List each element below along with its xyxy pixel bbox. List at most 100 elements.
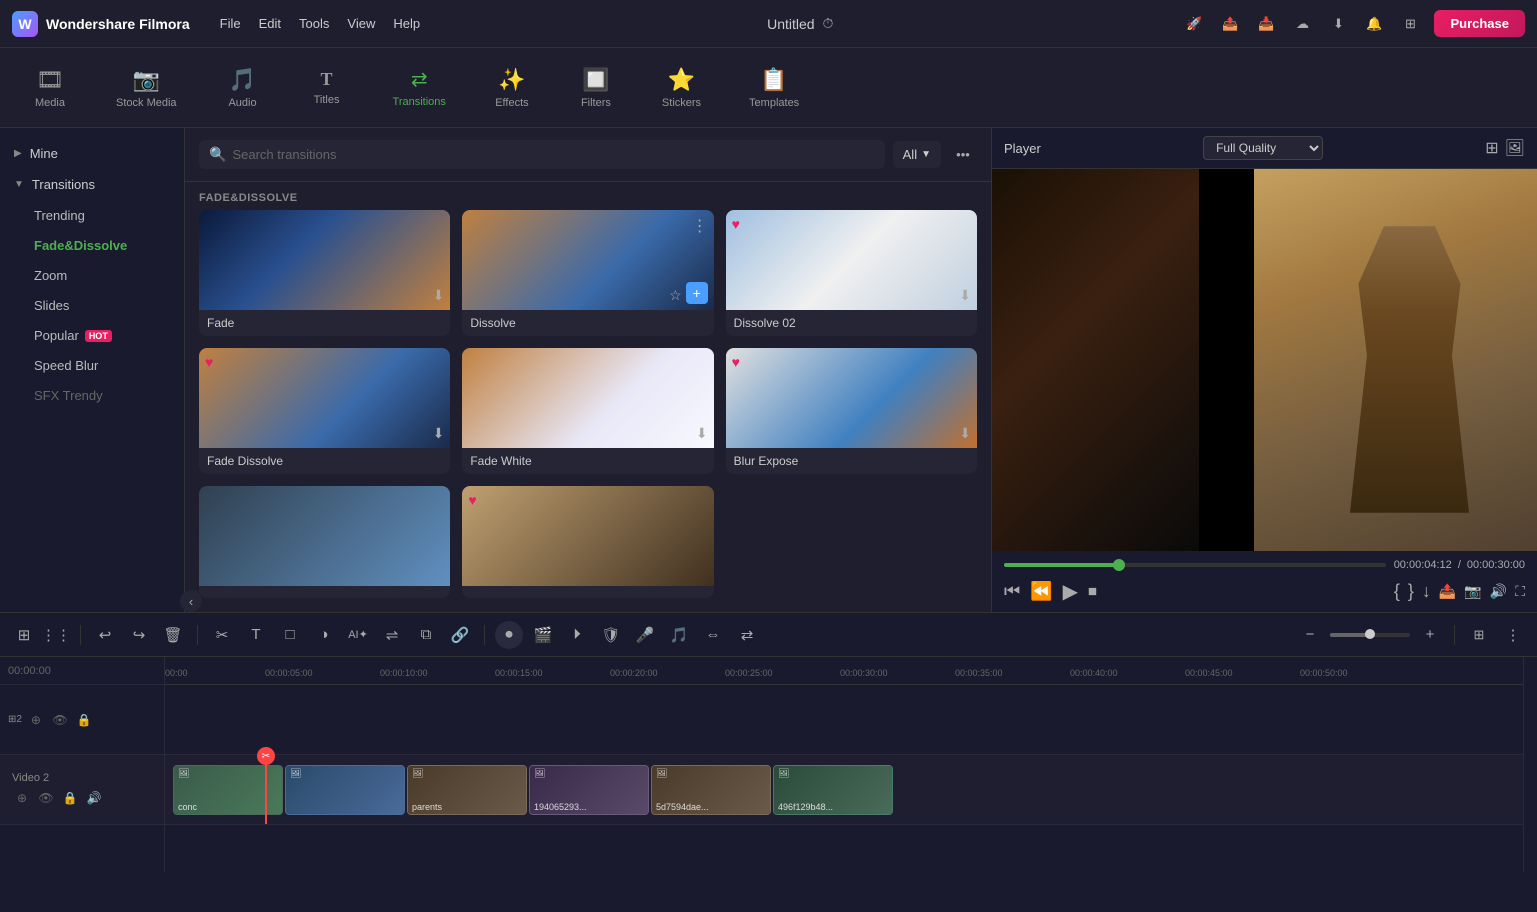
card-dissolve[interactable]: ⋮ ☆ + Dissolve: [462, 210, 713, 336]
export-icon[interactable]: 📤: [1216, 10, 1244, 38]
redo-button[interactable]: ↪: [125, 621, 153, 649]
search-input[interactable]: [232, 147, 874, 162]
more-options-button[interactable]: •••: [949, 141, 977, 169]
audio-mix-button[interactable]: 🎵: [665, 621, 693, 649]
tab-filters[interactable]: 🔲 Filters: [566, 59, 626, 117]
pip-button[interactable]: 🎬: [529, 621, 557, 649]
purchase-button[interactable]: Purchase: [1434, 10, 1525, 37]
track-btn[interactable]: ⇔: [699, 621, 727, 649]
menu-edit[interactable]: Edit: [259, 16, 281, 31]
fullscreen-button[interactable]: ⛶: [1515, 583, 1525, 600]
sidebar-item-speed-blur[interactable]: Speed Blur: [6, 351, 178, 380]
sidebar-collapse-button[interactable]: ‹: [180, 590, 185, 612]
tab-effects[interactable]: ✨ Effects: [482, 59, 542, 117]
clip-5d7[interactable]: 🖼 5d7594dae...: [651, 765, 771, 815]
export-frame-button[interactable]: 📤: [1439, 583, 1456, 600]
card-blur-expose[interactable]: ♥ ⬇ Blur Expose: [726, 348, 977, 474]
track-v2-eye-icon[interactable]: 👁: [36, 788, 56, 808]
link-button[interactable]: 🔗: [446, 621, 474, 649]
progress-thumb[interactable]: [1113, 559, 1125, 571]
progress-bar[interactable]: [1004, 563, 1386, 567]
sidebar-transitions-header[interactable]: ▼ Transitions: [0, 169, 184, 200]
download-icon[interactable]: ⬇: [433, 287, 445, 304]
clip-conc[interactable]: 🖼 conc: [173, 765, 283, 815]
card-bottom2[interactable]: ♥: [462, 486, 713, 598]
swap-button[interactable]: ⇄: [733, 621, 761, 649]
clip-194[interactable]: 🖼 194065293...: [529, 765, 649, 815]
timeline-scrollbar[interactable]: [1523, 657, 1537, 872]
sidebar-item-zoom[interactable]: Zoom: [6, 261, 178, 290]
sidebar-item-trending[interactable]: Trending: [6, 201, 178, 230]
color-button[interactable]: 🛡: [597, 621, 625, 649]
mask-button[interactable]: ◑: [310, 621, 338, 649]
tab-media[interactable]: 🎞 Media: [20, 59, 80, 117]
menu-view[interactable]: View: [347, 16, 375, 31]
track-v2-add-icon[interactable]: ⊕: [12, 788, 32, 808]
menu-tools[interactable]: Tools: [299, 16, 329, 31]
clip-496[interactable]: 🖼 496f129b48...: [773, 765, 893, 815]
track-v2-volume-icon[interactable]: 🔊: [84, 788, 104, 808]
cloud-icon[interactable]: ☁: [1288, 10, 1316, 38]
import-icon[interactable]: 📥: [1252, 10, 1280, 38]
portrait-view-icon[interactable]: 🖼: [1505, 138, 1525, 158]
sidebar-item-sfx-trendy[interactable]: SFX Trendy: [6, 381, 178, 410]
track-add-icon[interactable]: ⊕: [26, 710, 46, 730]
text-button[interactable]: T: [242, 621, 270, 649]
mark-in-button[interactable]: {: [1394, 581, 1400, 602]
undo-button[interactable]: ↩: [91, 621, 119, 649]
audio-record-button[interactable]: 🎤: [631, 621, 659, 649]
skip-back-button[interactable]: ⏮: [1004, 581, 1020, 602]
sidebar-item-slides[interactable]: Slides: [6, 291, 178, 320]
snap-button[interactable]: ⋮⋮: [42, 621, 70, 649]
grid-layout-button[interactable]: ⊞: [1465, 621, 1493, 649]
tab-transitions[interactable]: ⇄ Transitions: [381, 59, 458, 116]
volume-button[interactable]: 🔊: [1490, 583, 1507, 600]
delete-button[interactable]: 🗑: [159, 621, 187, 649]
add-icon[interactable]: +: [686, 282, 708, 304]
card-fade-white[interactable]: ⬇ Fade White: [462, 348, 713, 474]
download-icon[interactable]: ⬇: [696, 425, 708, 442]
grid-icon[interactable]: ⊞: [1396, 10, 1424, 38]
ai-button[interactable]: AI✦: [344, 621, 372, 649]
snapshot-button[interactable]: 📷: [1464, 583, 1481, 600]
menu-help[interactable]: Help: [393, 16, 420, 31]
card-fade-dissolve[interactable]: ♥ ⬇ Fade Dissolve: [199, 348, 450, 474]
zoom-out-button[interactable]: −: [1296, 621, 1324, 649]
transition-btn[interactable]: ⏵: [563, 621, 591, 649]
track-lock-icon[interactable]: 🔒: [74, 710, 94, 730]
sidebar-mine-header[interactable]: ▶ Mine: [0, 138, 184, 169]
copy-button[interactable]: ⧉: [412, 621, 440, 649]
magic-icon[interactable]: 🚀: [1180, 10, 1208, 38]
card-fade[interactable]: ⬇ Fade: [199, 210, 450, 336]
clip-2[interactable]: 🖼: [285, 765, 405, 815]
sidebar-item-popular[interactable]: Popular HOT: [6, 321, 178, 350]
crop-button[interactable]: □: [276, 621, 304, 649]
zoom-slider[interactable]: [1330, 633, 1410, 637]
quality-select[interactable]: Full Quality Half Quality Quarter Qualit…: [1203, 136, 1323, 160]
zoom-thumb[interactable]: [1365, 629, 1375, 639]
stop-button[interactable]: ⏹: [1088, 581, 1097, 602]
tab-templates[interactable]: 📋 Templates: [737, 59, 811, 117]
more-options-button[interactable]: ⋮: [1499, 621, 1527, 649]
tab-stickers[interactable]: ⭐ Stickers: [650, 59, 713, 117]
track-v2-lock-icon[interactable]: 🔒: [60, 788, 80, 808]
insert-button[interactable]: ↓: [1422, 581, 1431, 602]
notification-icon[interactable]: 🔔: [1360, 10, 1388, 38]
star-icon[interactable]: ☆: [669, 287, 682, 304]
add-track-button[interactable]: ⊞: [10, 621, 38, 649]
tab-titles[interactable]: T Titles: [297, 61, 357, 114]
download-icon[interactable]: ⬇: [959, 287, 971, 304]
tab-stock-media[interactable]: 📷 Stock Media: [104, 59, 189, 117]
sidebar-item-fade-dissolve[interactable]: Fade&Dissolve: [6, 231, 178, 260]
menu-file[interactable]: File: [220, 16, 241, 31]
zoom-in-button[interactable]: +: [1416, 621, 1444, 649]
card-bottom1[interactable]: [199, 486, 450, 598]
record-button[interactable]: ⏺: [495, 621, 523, 649]
cut-button[interactable]: ✂: [208, 621, 236, 649]
play-button[interactable]: ▶: [1063, 579, 1078, 604]
grid-view-icon[interactable]: ⊞: [1485, 138, 1498, 158]
mark-out-button[interactable]: }: [1408, 581, 1414, 602]
filter-dropdown[interactable]: All ▼: [893, 141, 941, 168]
download-icon[interactable]: ⬇: [433, 425, 445, 442]
tab-audio[interactable]: 🎵 Audio: [213, 59, 273, 117]
